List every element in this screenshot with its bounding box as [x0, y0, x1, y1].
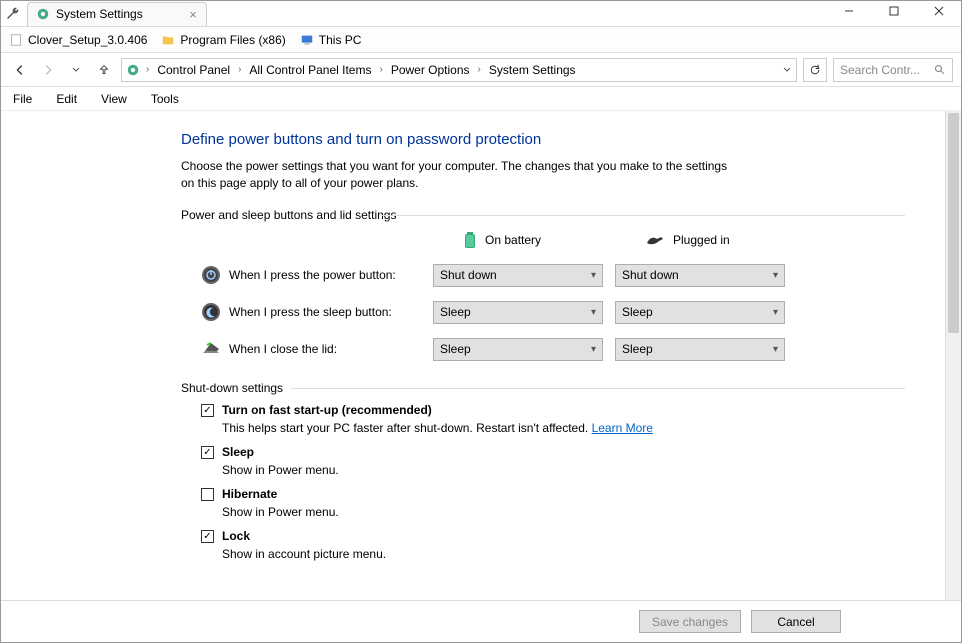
nav-toolbar: › Control Panel › All Control Panel Item…	[1, 53, 961, 87]
checkbox-sleep[interactable]: ✓	[201, 446, 214, 459]
menu-view[interactable]: View	[97, 90, 131, 108]
address-bar[interactable]: › Control Panel › All Control Panel Item…	[121, 58, 797, 82]
chevron-right-icon[interactable]: ›	[144, 64, 151, 75]
page-title: Define power buttons and turn on passwor…	[181, 131, 905, 148]
plug-icon	[645, 233, 665, 247]
menu-edit[interactable]: Edit	[52, 90, 81, 108]
minimize-button[interactable]	[826, 1, 871, 21]
browser-tab[interactable]: System Settings ×	[27, 2, 207, 26]
checkbox-label: Sleep	[222, 445, 254, 459]
breadcrumb[interactable]: All Control Panel Items	[247, 63, 373, 77]
checkbox-label: Hibernate	[222, 487, 277, 501]
checkbox-label: Turn on fast start-up (recommended)	[222, 403, 432, 417]
up-button[interactable]	[93, 59, 115, 81]
breadcrumb[interactable]: System Settings	[487, 63, 578, 77]
bookmark-item[interactable]: This PC	[300, 33, 362, 47]
chevron-down-icon: ▾	[591, 344, 596, 355]
lid-battery-select[interactable]: Sleep▾	[433, 338, 603, 361]
power-icon	[201, 265, 221, 285]
forward-button[interactable]	[37, 59, 59, 81]
lid-icon	[201, 339, 221, 359]
close-button[interactable]	[916, 1, 961, 21]
back-button[interactable]	[9, 59, 31, 81]
save-changes-button[interactable]: Save changes	[639, 610, 741, 633]
menu-file[interactable]: File	[9, 90, 36, 108]
titlebar: System Settings ×	[1, 1, 961, 27]
checkbox-fast-startup[interactable]: ✓	[201, 404, 214, 417]
checkbox-description: Show in Power menu.	[222, 505, 761, 519]
chevron-down-icon: ▾	[773, 344, 778, 355]
page-description: Choose the power settings that you want …	[181, 158, 741, 192]
section-shutdown: Shut-down settings	[181, 381, 905, 395]
chevron-down-icon: ▾	[773, 270, 778, 281]
checkbox-description: This helps start your PC faster after sh…	[222, 421, 761, 435]
sleep-battery-select[interactable]: Sleep▾	[433, 301, 603, 324]
battery-icon	[463, 230, 477, 250]
chevron-down-icon: ▾	[591, 307, 596, 318]
bookmark-item[interactable]: Program Files (x86)	[161, 33, 285, 47]
chevron-down-icon: ▾	[591, 270, 596, 281]
chevron-right-icon[interactable]: ›	[377, 64, 384, 75]
maximize-button[interactable]	[871, 1, 916, 21]
bookmarks-bar: Clover_Setup_3.0.406 Program Files (x86)…	[1, 27, 961, 53]
recent-dropdown-icon[interactable]	[65, 59, 87, 81]
chevron-down-icon[interactable]	[782, 65, 792, 75]
gear-green-icon	[36, 7, 50, 21]
search-icon	[934, 64, 946, 76]
bookmark-label: Program Files (x86)	[180, 33, 285, 47]
power-plugged-select[interactable]: Shut down▾	[615, 264, 785, 287]
checkbox-description: Show in account picture menu.	[222, 547, 761, 561]
bookmark-item[interactable]: Clover_Setup_3.0.406	[9, 33, 147, 47]
search-input[interactable]: Search Contr...	[833, 58, 953, 82]
tab-close-icon[interactable]: ×	[186, 8, 200, 22]
footer-buttons: Save changes Cancel	[1, 600, 961, 642]
checkbox-lock[interactable]: ✓	[201, 530, 214, 543]
file-icon	[9, 33, 23, 47]
scroll-thumb[interactable]	[948, 113, 959, 333]
breadcrumb[interactable]: Power Options	[389, 63, 472, 77]
menu-tools[interactable]: Tools	[147, 90, 183, 108]
breadcrumb[interactable]: Control Panel	[155, 63, 232, 77]
pc-icon	[300, 33, 314, 47]
chevron-right-icon[interactable]: ›	[476, 64, 483, 75]
row-power-button: When I press the power button:	[201, 265, 421, 285]
row-close-lid: When I close the lid:	[201, 339, 421, 359]
main-content: Define power buttons and turn on passwor…	[1, 111, 945, 600]
checkbox-label: Lock	[222, 529, 250, 543]
gear-green-icon	[126, 63, 140, 77]
column-on-battery: On battery	[433, 230, 603, 250]
row-sleep-button: When I press the sleep button:	[201, 302, 421, 322]
menubar: File Edit View Tools	[1, 87, 961, 111]
bookmark-label: This PC	[319, 33, 362, 47]
refresh-button[interactable]	[803, 58, 827, 82]
chevron-down-icon: ▾	[773, 307, 778, 318]
sleep-plugged-select[interactable]: Sleep▾	[615, 301, 785, 324]
section-power-sleep: Power and sleep buttons and lid settings	[181, 208, 905, 222]
power-battery-select[interactable]: Shut down▾	[433, 264, 603, 287]
lid-plugged-select[interactable]: Sleep▾	[615, 338, 785, 361]
learn-more-link[interactable]: Learn More	[592, 421, 653, 435]
search-placeholder: Search Contr...	[840, 63, 920, 77]
checkbox-description: Show in Power menu.	[222, 463, 761, 477]
wrench-icon[interactable]	[5, 6, 21, 22]
tab-title: System Settings	[56, 7, 143, 21]
column-plugged-in: Plugged in	[615, 233, 785, 247]
bookmark-label: Clover_Setup_3.0.406	[28, 33, 147, 47]
checkbox-hibernate[interactable]	[201, 488, 214, 501]
cancel-button[interactable]: Cancel	[751, 610, 841, 633]
sleep-icon	[201, 302, 221, 322]
scrollbar[interactable]	[945, 111, 961, 600]
chevron-right-icon[interactable]: ›	[236, 64, 243, 75]
folder-icon	[161, 33, 175, 47]
